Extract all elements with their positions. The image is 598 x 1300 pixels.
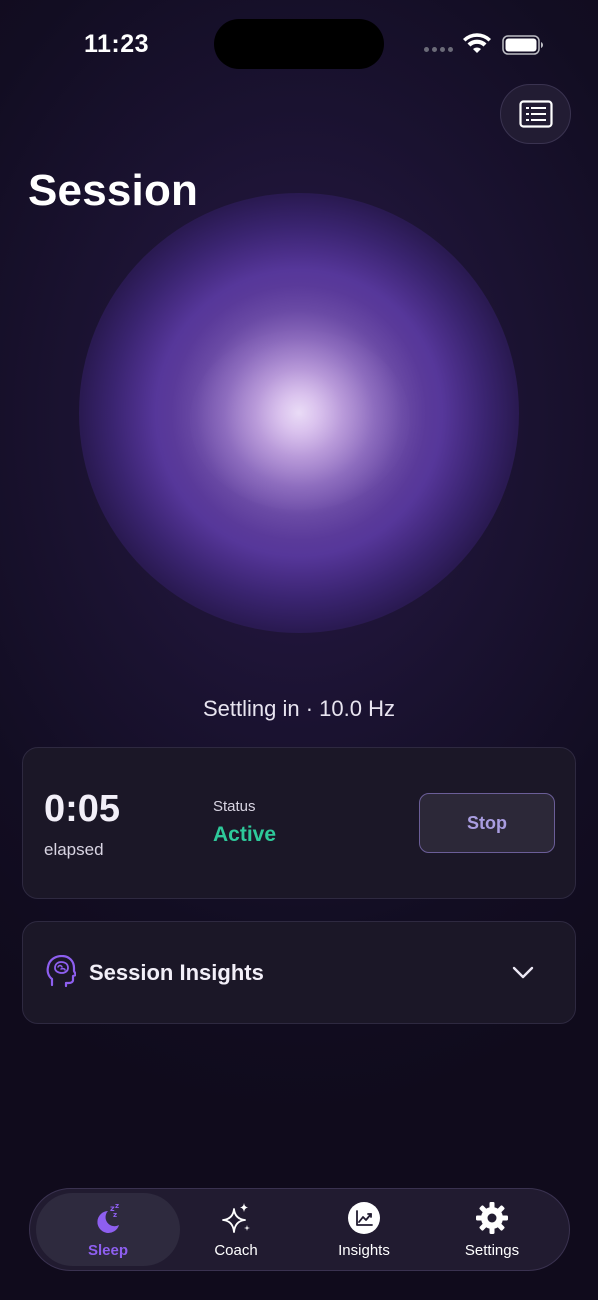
tab-label: Settings: [464, 1242, 520, 1259]
tab-sleep[interactable]: z z z Sleep: [36, 1193, 180, 1266]
tab-label: Sleep: [87, 1242, 129, 1259]
orb-glow: [190, 330, 410, 510]
tab-label: Coach: [214, 1242, 258, 1259]
dynamic-island: [214, 19, 384, 69]
insights-title: Session Insights: [89, 960, 264, 985]
chart-icon: [348, 1202, 380, 1234]
status-time: 11:23: [84, 30, 150, 58]
elapsed-time: 0:05: [44, 788, 121, 830]
elapsed-label: elapsed: [44, 840, 104, 859]
tab-label: Insights: [338, 1242, 390, 1259]
tab-coach[interactable]: Coach: [173, 1193, 299, 1266]
cellular-signal-icon: [424, 47, 453, 52]
stop-button[interactable]: Stop: [419, 793, 555, 853]
list-icon: [518, 100, 553, 128]
chevron-down-icon[interactable]: [511, 962, 535, 982]
session-card: 0:05 elapsed Status Active Stop: [22, 747, 576, 899]
tab-bar: z z z Sleep Coach Insights Settings: [29, 1188, 570, 1271]
phase-frequency-text: Settling in · 10.0 Hz: [203, 696, 395, 721]
battery-icon: [502, 35, 543, 55]
svg-text:z: z: [113, 1211, 117, 1219]
gear-icon: [476, 1202, 508, 1234]
session-log-button[interactable]: [500, 84, 571, 144]
tab-insights[interactable]: Insights: [301, 1193, 427, 1266]
session-insights-card[interactable]: Session Insights: [22, 921, 576, 1024]
tab-settings[interactable]: Settings: [429, 1193, 555, 1266]
status-bar: 11:23: [0, 0, 598, 88]
brain-head-icon: [46, 955, 76, 988]
moon-zzz-icon: z z z: [97, 1202, 119, 1233]
status-label: Status: [213, 798, 256, 815]
wifi-icon: [463, 33, 491, 53]
page-title: Session: [28, 166, 199, 215]
sparkles-icon: [222, 1203, 250, 1233]
status-value: Active: [213, 823, 277, 846]
svg-text:z: z: [115, 1202, 119, 1210]
